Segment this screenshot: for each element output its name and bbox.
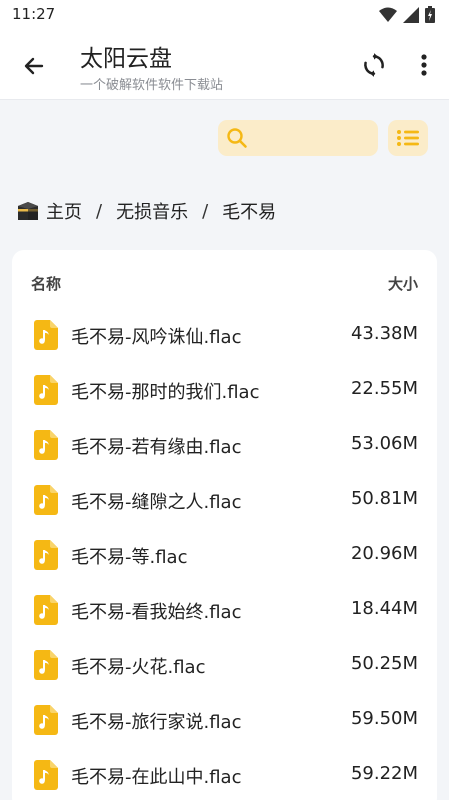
more-vert-icon: [421, 54, 427, 76]
file-size: 22.55M: [350, 378, 418, 399]
list-view-icon: [397, 130, 419, 146]
file-row[interactable]: 毛不易-缝隙之人.flac 50.81M: [12, 473, 437, 528]
search-input[interactable]: [256, 126, 370, 150]
music-file-icon: [34, 540, 58, 570]
music-file-icon: [34, 375, 58, 405]
file-size: 50.81M: [350, 488, 418, 509]
file-name: 毛不易-缝隙之人.flac: [71, 492, 242, 513]
more-options-button[interactable]: [410, 50, 438, 80]
file-row[interactable]: 毛不易-等.flac 20.96M: [12, 528, 437, 583]
refresh-icon: [364, 53, 384, 77]
breadcrumb: 主页 / 无损音乐 / 毛不易: [16, 198, 276, 224]
file-size: 20.96M: [350, 543, 418, 564]
back-button[interactable]: [18, 50, 50, 82]
file-list-card: 名称 大小 毛不易-风吟诛仙.flac 43.38M 毛不易-那时的我们.flac 2…: [12, 250, 437, 800]
page-title: 太阳云盘: [80, 46, 172, 72]
kaaba-icon: [18, 202, 38, 220]
music-file-icon: [34, 320, 58, 350]
file-name: 毛不易-那时的我们.flac: [71, 382, 260, 403]
search-box[interactable]: [218, 120, 378, 156]
file-row[interactable]: 毛不易-那时的我们.flac 22.55M: [12, 363, 437, 418]
file-size: 50.25M: [350, 653, 418, 674]
breadcrumb-current[interactable]: 毛不易: [222, 198, 276, 224]
breadcrumb-lossless-music[interactable]: 无损音乐: [116, 198, 188, 224]
file-size: 59.50M: [350, 708, 418, 729]
music-file-icon: [34, 595, 58, 625]
signal-icon: [403, 6, 419, 23]
file-row[interactable]: 毛不易-旅行家说.flac 59.50M: [12, 693, 437, 748]
wifi-icon: [379, 7, 397, 22]
breadcrumb-separator: /: [202, 200, 209, 222]
music-file-icon: [34, 705, 58, 735]
column-header-size[interactable]: 大小: [388, 273, 418, 294]
file-row[interactable]: 毛不易-火花.flac 50.25M: [12, 638, 437, 693]
file-name: 毛不易-看我始终.flac: [71, 602, 242, 623]
music-file-icon: [34, 650, 58, 680]
file-row[interactable]: 毛不易-风吟诛仙.flac 43.38M: [12, 308, 437, 363]
column-header-name[interactable]: 名称: [31, 273, 61, 294]
status-bar: 11:27: [0, 0, 449, 30]
file-size: 59.22M: [350, 763, 418, 784]
search-icon: [226, 127, 248, 153]
file-name: 毛不易-旅行家说.flac: [71, 712, 242, 733]
file-row[interactable]: 毛不易-若有缘由.flac 53.06M: [12, 418, 437, 473]
music-file-icon: [34, 760, 58, 790]
file-row[interactable]: 毛不易-看我始终.flac 18.44M: [12, 583, 437, 638]
list-view-button[interactable]: [388, 120, 428, 156]
file-size: 53.06M: [350, 433, 418, 454]
file-name: 毛不易-在此山中.flac: [71, 767, 242, 788]
status-icons: [379, 6, 435, 23]
status-time: 11:27: [12, 5, 56, 23]
file-name: 毛不易-等.flac: [71, 547, 188, 568]
music-file-icon: [34, 485, 58, 515]
file-size: 18.44M: [350, 598, 418, 619]
refresh-button[interactable]: [359, 50, 389, 80]
file-name: 毛不易-若有缘由.flac: [71, 437, 242, 458]
arrow-left-icon: [24, 57, 44, 75]
file-name: 毛不易-火花.flac: [71, 657, 206, 678]
file-row[interactable]: 毛不易-在此山中.flac 59.22M: [12, 748, 437, 800]
page-subtitle: 一个破解软件软件下载站: [80, 78, 224, 93]
file-size: 43.38M: [350, 323, 418, 344]
app-bar: 太阳云盘 一个破解软件软件下载站: [0, 30, 449, 100]
table-header: 名称 大小: [12, 250, 437, 314]
breadcrumb-separator: /: [96, 200, 103, 222]
battery-icon: [425, 6, 435, 23]
music-file-icon: [34, 430, 58, 460]
file-name: 毛不易-风吟诛仙.flac: [71, 327, 242, 348]
breadcrumb-home[interactable]: 主页: [46, 198, 82, 224]
